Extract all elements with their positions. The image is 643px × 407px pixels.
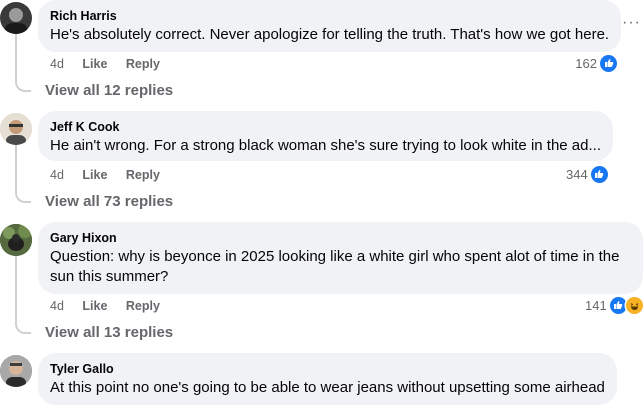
- comment-author[interactable]: Gary Hixon: [50, 230, 631, 246]
- reaction-count: 141: [585, 297, 607, 313]
- comment-time[interactable]: 4d: [50, 57, 64, 71]
- comment-actions: 4d Like Reply: [50, 167, 175, 183]
- thread-line: [15, 145, 17, 193]
- thread-line: [15, 80, 31, 92]
- comment-text-line-2: sun this summer?: [50, 268, 169, 285]
- comment-author[interactable]: Jeff K Cook: [50, 119, 601, 135]
- like-icon: [609, 296, 627, 314]
- avatar[interactable]: [0, 224, 32, 256]
- comment-time[interactable]: 4d: [50, 299, 64, 313]
- reaction-summary[interactable]: 344: [566, 165, 608, 183]
- comment-actions: 4d Like Reply: [50, 298, 175, 314]
- thread-line: [15, 34, 17, 82]
- thread-line: [15, 191, 31, 203]
- like-icon: [590, 165, 608, 183]
- comment-author[interactable]: Rich Harris: [50, 8, 609, 24]
- view-replies-link[interactable]: View all 13 replies: [45, 323, 173, 343]
- haha-icon: [625, 296, 643, 314]
- like-icon: [600, 54, 617, 72]
- view-replies-link[interactable]: View all 12 replies: [45, 81, 173, 101]
- comment-time[interactable]: 4d: [50, 168, 64, 182]
- reply-button[interactable]: Reply: [126, 299, 160, 313]
- avatar[interactable]: [0, 2, 32, 34]
- comment-text: He ain't wrong. For a strong black woman…: [50, 137, 601, 154]
- reaction-summary[interactable]: 141: [585, 296, 643, 314]
- comment-bubble: Rich Harris He's absolutely correct. Nev…: [38, 0, 622, 52]
- reply-button[interactable]: Reply: [126, 168, 160, 182]
- comment-bubble: Jeff K Cook He ain't wrong. For a strong…: [38, 111, 613, 161]
- reaction-count: 162: [575, 55, 597, 71]
- reaction-count: 344: [566, 166, 588, 182]
- thread-line: [15, 256, 17, 324]
- reply-button[interactable]: Reply: [126, 57, 160, 71]
- reaction-summary[interactable]: 162: [575, 54, 617, 72]
- more-options-icon[interactable]: ···: [622, 14, 641, 32]
- comment-text: He's absolutely correct. Never apologize…: [50, 26, 610, 43]
- like-button[interactable]: Like: [82, 57, 107, 71]
- avatar[interactable]: [0, 355, 32, 387]
- avatar[interactable]: [0, 113, 32, 145]
- thread-line: [15, 322, 31, 334]
- like-button[interactable]: Like: [82, 168, 107, 182]
- comment-bubble: Tyler Gallo At this point no one's going…: [38, 353, 617, 405]
- comment-text-line-1: Question: why is beyonce in 2025 looking…: [50, 248, 620, 265]
- comment-text: At this point no one's going to be able …: [50, 379, 605, 396]
- comment-author[interactable]: Tyler Gallo: [50, 361, 605, 377]
- view-replies-link[interactable]: View all 73 replies: [45, 192, 173, 212]
- comment-actions: 4d Like Reply: [50, 56, 175, 72]
- like-button[interactable]: Like: [82, 299, 107, 313]
- comment-bubble: Gary Hixon Question: why is beyonce in 2…: [38, 222, 643, 294]
